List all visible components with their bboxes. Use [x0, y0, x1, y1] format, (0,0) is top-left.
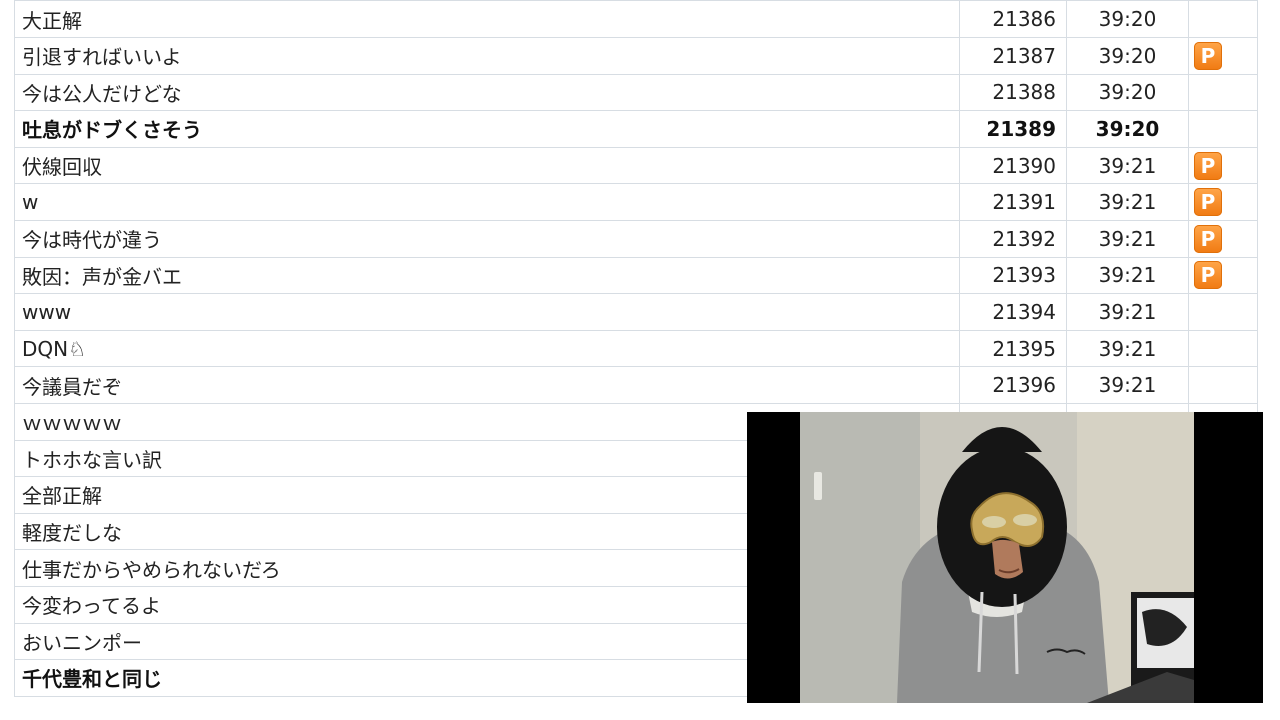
- comment-time: 39:21: [1067, 147, 1189, 184]
- comment-row[interactable]: 今は時代が違う 21392 39:21 P: [14, 220, 1258, 258]
- comment-flag: P: [1189, 148, 1257, 184]
- comment-time: 39:20: [1067, 38, 1189, 74]
- comment-flag: [1189, 294, 1257, 330]
- comment-text: 敗因：声が金バエ: [15, 257, 960, 294]
- comment-flag: [1189, 111, 1257, 147]
- comment-number: 21393: [960, 257, 1067, 294]
- comment-number: 21395: [960, 330, 1067, 367]
- comment-time: 39:21: [1067, 220, 1189, 257]
- screen: 大正解 21386 39:20 引退すればいいよ 21387 39:20 P 今は公人だけどな…: [0, 0, 1280, 720]
- comment-number: 21387: [960, 38, 1067, 74]
- comment-time: 39:21: [1067, 367, 1189, 403]
- streamer-video-frame: [747, 412, 1263, 703]
- comment-flag: P: [1189, 221, 1257, 257]
- comment-row[interactable]: 敗因：声が金バエ 21393 39:21 P: [14, 257, 1258, 295]
- comment-text: 今は時代が違う: [15, 220, 960, 257]
- comment-flag: [1189, 1, 1257, 37]
- premium-badge-icon: P: [1194, 188, 1222, 217]
- comment-number: 21391: [960, 184, 1067, 220]
- comment-row[interactable]: www 21394 39:21: [14, 294, 1258, 331]
- comment-row[interactable]: 引退すればいいよ 21387 39:20 P: [14, 38, 1258, 75]
- comment-number: 21396: [960, 367, 1067, 403]
- comment-time: 39:21: [1067, 330, 1189, 367]
- premium-badge-icon: P: [1194, 224, 1222, 253]
- comment-flag: P: [1189, 258, 1257, 294]
- comment-number: 21389: [960, 111, 1067, 147]
- comment-row[interactable]: w 21391 39:21 P: [14, 184, 1258, 221]
- premium-badge-icon: P: [1194, 151, 1222, 180]
- comment-text: www: [15, 294, 960, 330]
- comment-number: 21390: [960, 147, 1067, 184]
- comment-text: 引退すればいいよ: [15, 38, 960, 74]
- comment-text: 大正解: [15, 1, 960, 37]
- comment-text: 吐息がドブくさそう: [15, 111, 960, 147]
- comment-flag: [1189, 367, 1257, 403]
- comment-text: 今議員だぞ: [15, 367, 960, 403]
- comment-number: 21392: [960, 220, 1067, 257]
- comment-number: 21394: [960, 294, 1067, 330]
- live-video-player[interactable]: [747, 412, 1263, 703]
- comment-row[interactable]: DQN♘ 21395 39:21: [14, 330, 1258, 368]
- comment-time: 39:21: [1067, 294, 1189, 330]
- premium-badge-icon: P: [1194, 261, 1222, 290]
- comment-time: 39:20: [1067, 1, 1189, 37]
- comment-number: 21386: [960, 1, 1067, 37]
- comment-time: 39:21: [1067, 257, 1189, 294]
- comment-text: w: [15, 184, 960, 220]
- comment-row[interactable]: 今議員だぞ 21396 39:21: [14, 367, 1258, 404]
- comment-flag: P: [1189, 184, 1257, 220]
- comment-flag: [1189, 75, 1257, 111]
- comment-flag: [1189, 331, 1257, 367]
- comment-row[interactable]: 今は公人だけどな 21388 39:20: [14, 74, 1258, 112]
- premium-badge-icon: P: [1194, 41, 1222, 70]
- comment-text: 今は公人だけどな: [15, 74, 960, 111]
- comment-text: 伏線回収: [15, 147, 960, 184]
- comment-time: 39:20: [1067, 74, 1189, 111]
- comment-time: 39:20: [1067, 111, 1189, 147]
- comment-row[interactable]: 吐息がドブくさそう 21389 39:20: [14, 111, 1258, 148]
- comment-row[interactable]: 大正解 21386 39:20: [14, 1, 1258, 38]
- comment-row[interactable]: 伏線回収 21390 39:21 P: [14, 147, 1258, 185]
- comment-number: 21388: [960, 74, 1067, 111]
- comment-time: 39:21: [1067, 184, 1189, 220]
- comment-text: DQN♘: [15, 330, 960, 367]
- comment-flag: P: [1189, 38, 1257, 74]
